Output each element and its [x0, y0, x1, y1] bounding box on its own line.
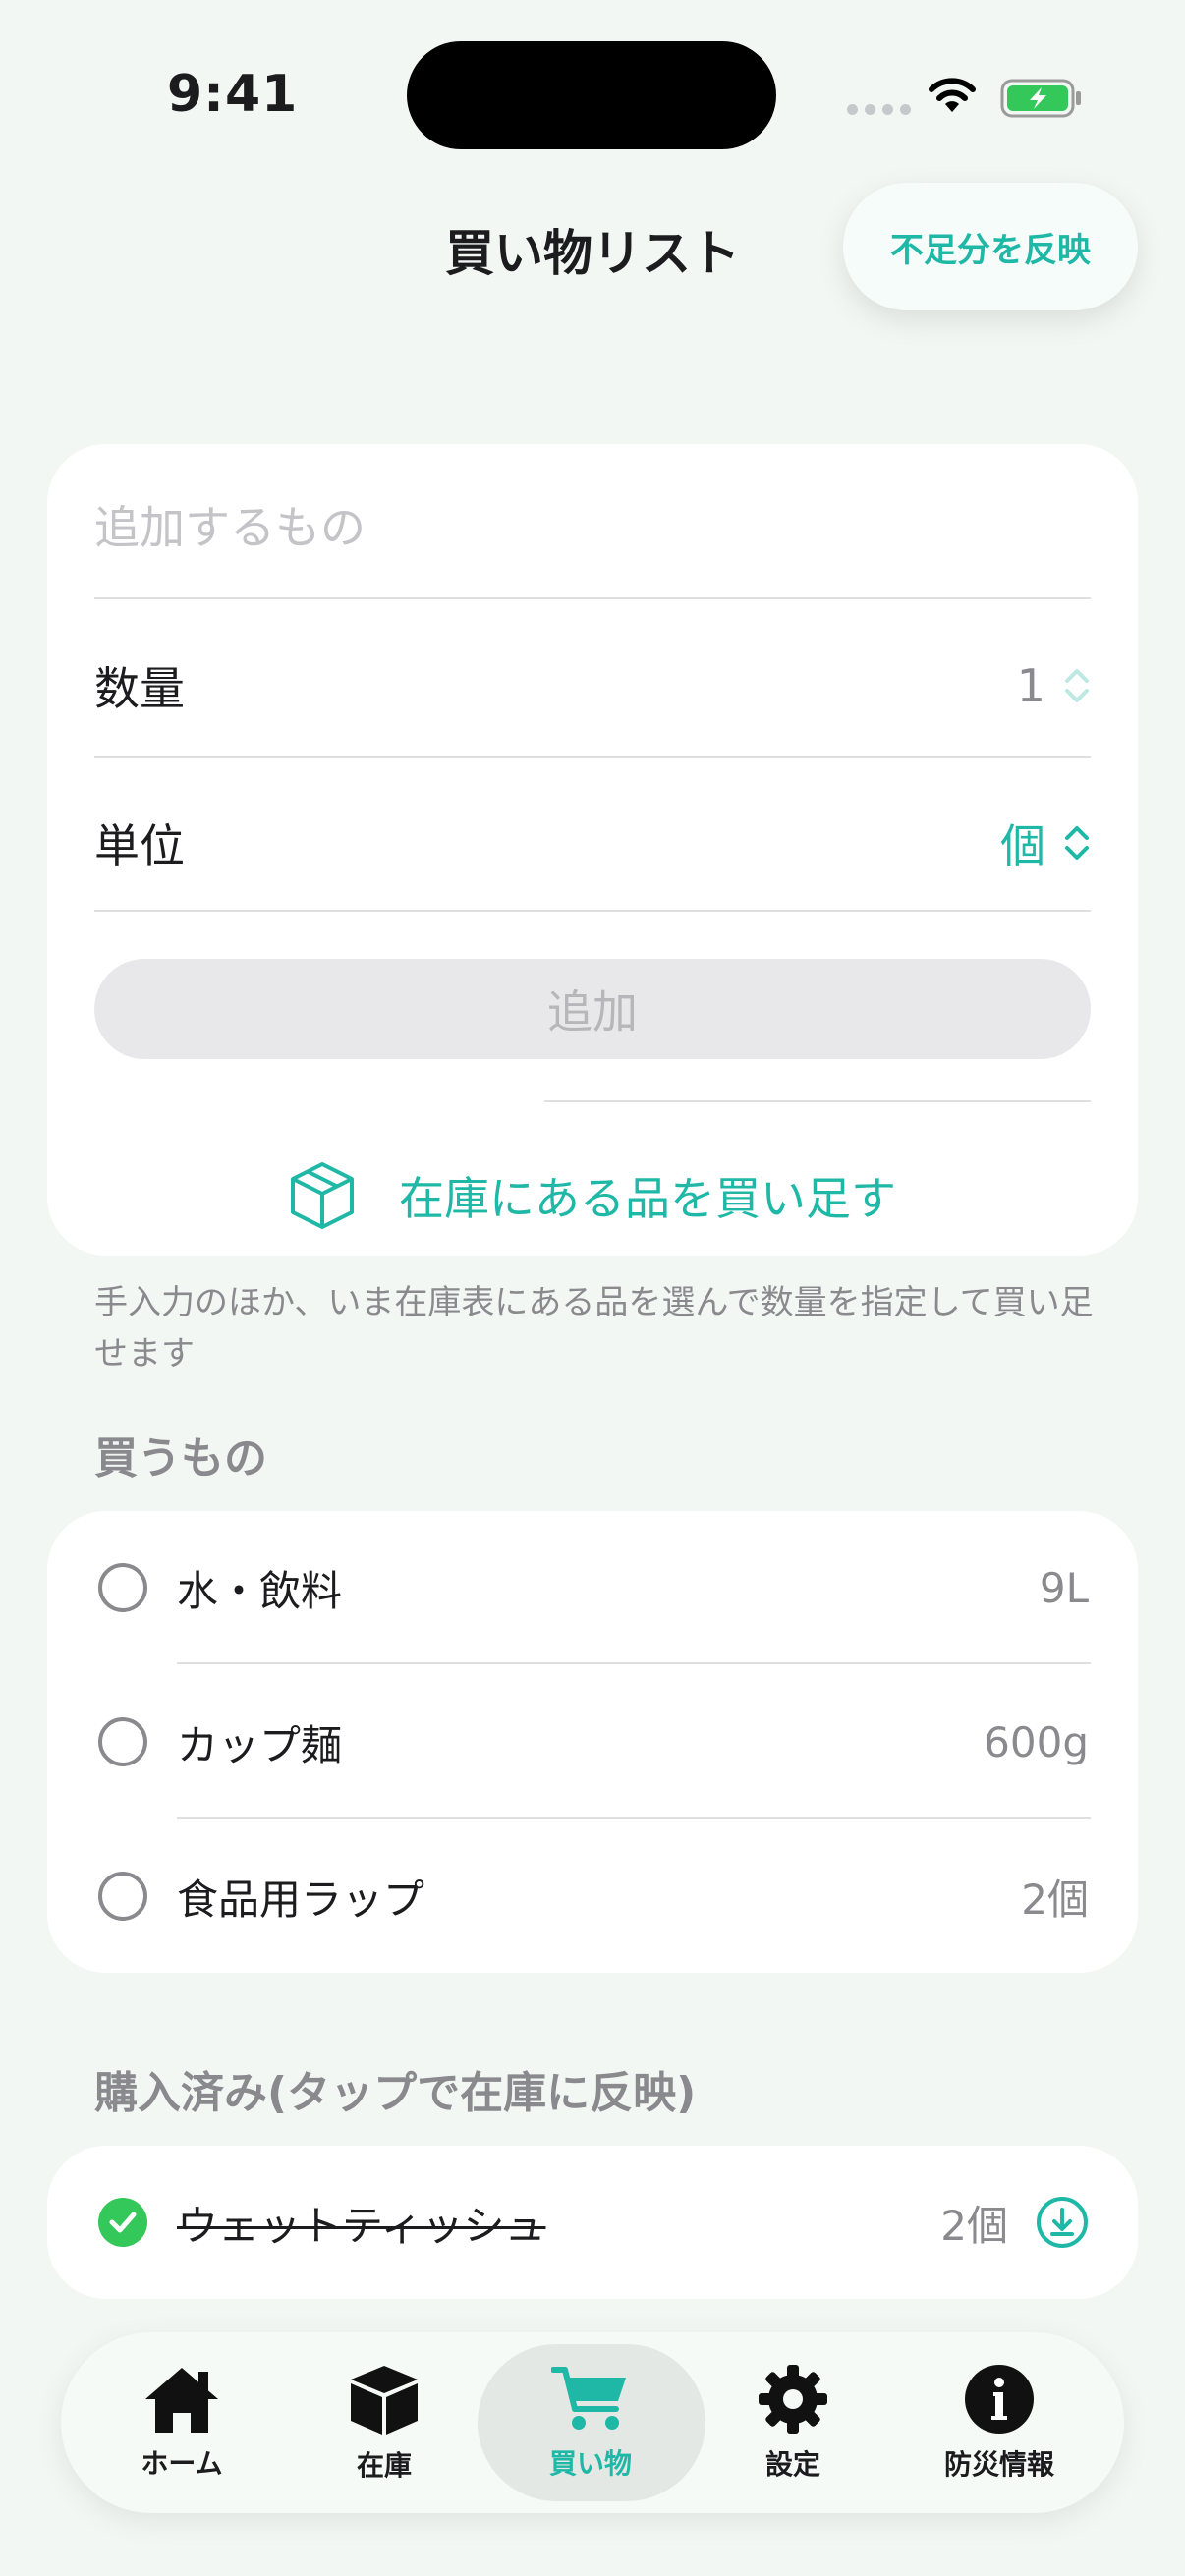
tab-label: 設定 [764, 2448, 820, 2481]
cart-icon [551, 2367, 626, 2430]
unit-label: 単位 [94, 819, 185, 872]
tab-home[interactable]: ホーム [81, 2332, 283, 2513]
add-button[interactable]: 追加 [94, 959, 1091, 1059]
divider [544, 1100, 1091, 1102]
purchased-list: ウェットティッシュ 2個 [47, 2146, 1138, 2299]
quantity-stepper[interactable]: 1 [1017, 659, 1091, 712]
cellular-signal-icon [847, 104, 911, 115]
download-to-inventory-icon[interactable] [1036, 2196, 1089, 2249]
tab-inventory[interactable]: 在庫 [283, 2332, 485, 2513]
checkmark-circle-icon[interactable] [98, 2198, 147, 2247]
status-time: 9:41 [167, 65, 299, 124]
tab-label: 在庫 [356, 2449, 412, 2482]
list-item[interactable]: 食品用ラップ 2個 [47, 1820, 1138, 1973]
to-buy-list: 水・飲料 9L カップ麺 600g 食品用ラップ 2個 [47, 1511, 1138, 1973]
restock-from-inventory-button[interactable]: 在庫にある品を買い足す [47, 1142, 1138, 1250]
divider [177, 1817, 1091, 1819]
unchecked-circle-icon[interactable] [98, 1563, 147, 1612]
quantity-value: 1 [1016, 659, 1045, 712]
box-icon [291, 1162, 354, 1229]
tab-settings[interactable]: 設定 [692, 2332, 894, 2513]
house-icon [145, 2368, 218, 2433]
restock-label: 在庫にある品を買い足す [399, 1172, 896, 1225]
form-hint: 手入力のほか、いま在庫表にある品を選んで数量を指定して買い足せます [94, 1283, 1094, 1373]
chevron-updown-icon [1065, 826, 1089, 860]
dynamic-island [407, 41, 776, 149]
tab-label: 買い物 [548, 2447, 632, 2480]
to-buy-header: 買うもの [94, 1433, 267, 1484]
purchased-header: 購入済み(タップで在庫に反映) [94, 2068, 697, 2118]
item-name-placeholder: 追加するもの [94, 501, 366, 554]
item-quantity: 2個 [940, 2201, 1008, 2250]
box-icon [351, 2366, 418, 2435]
unit-row: 単位 個 [94, 784, 1091, 902]
item-quantity: 600g [984, 1717, 1089, 1766]
unit-picker[interactable]: 個 [1000, 811, 1091, 875]
unchecked-circle-icon[interactable] [98, 1872, 147, 1921]
item-quantity: 9L [1039, 1563, 1089, 1612]
divider [94, 597, 1091, 599]
tab-shopping[interactable]: 買い物 [489, 2332, 692, 2513]
unit-value: 個 [1000, 819, 1045, 872]
item-name: ウェットティッシュ [177, 2201, 546, 2250]
tab-label: 防災情報 [943, 2448, 1054, 2481]
item-name: カップ麺 [177, 1720, 343, 1769]
divider [94, 910, 1091, 912]
gear-icon [759, 2365, 827, 2434]
quantity-label: 数量 [94, 662, 185, 715]
status-bar: 9:41 [0, 0, 1185, 196]
divider [94, 756, 1091, 758]
add-item-form: 追加するもの 数量 1 単位 個 追加 在庫にある品を買い足す [47, 444, 1138, 1256]
wifi-icon [929, 78, 976, 112]
list-item[interactable]: ウェットティッシュ 2個 [47, 2146, 1138, 2299]
item-name: 食品用ラップ [177, 1875, 425, 1924]
item-name: 水・飲料 [177, 1566, 343, 1615]
reflect-shortage-button[interactable]: 不足分を反映 [843, 183, 1138, 310]
tab-label: ホーム [141, 2447, 223, 2480]
battery-icon [1000, 79, 1081, 118]
info-icon [965, 2365, 1034, 2434]
tab-bar: ホーム 在庫 買い物 設定 防災情報 [61, 2332, 1124, 2513]
item-quantity: 2個 [1021, 1875, 1089, 1924]
divider [177, 1662, 1091, 1664]
chevron-updown-icon [1065, 669, 1089, 702]
item-name-input[interactable]: 追加するもの [94, 493, 1091, 556]
list-item[interactable]: カップ麺 600g [47, 1665, 1138, 1819]
quantity-row: 数量 1 [94, 627, 1091, 745]
unchecked-circle-icon[interactable] [98, 1717, 147, 1766]
tab-disaster-info[interactable]: 防災情報 [898, 2332, 1100, 2513]
list-item[interactable]: 水・飲料 9L [47, 1511, 1138, 1664]
